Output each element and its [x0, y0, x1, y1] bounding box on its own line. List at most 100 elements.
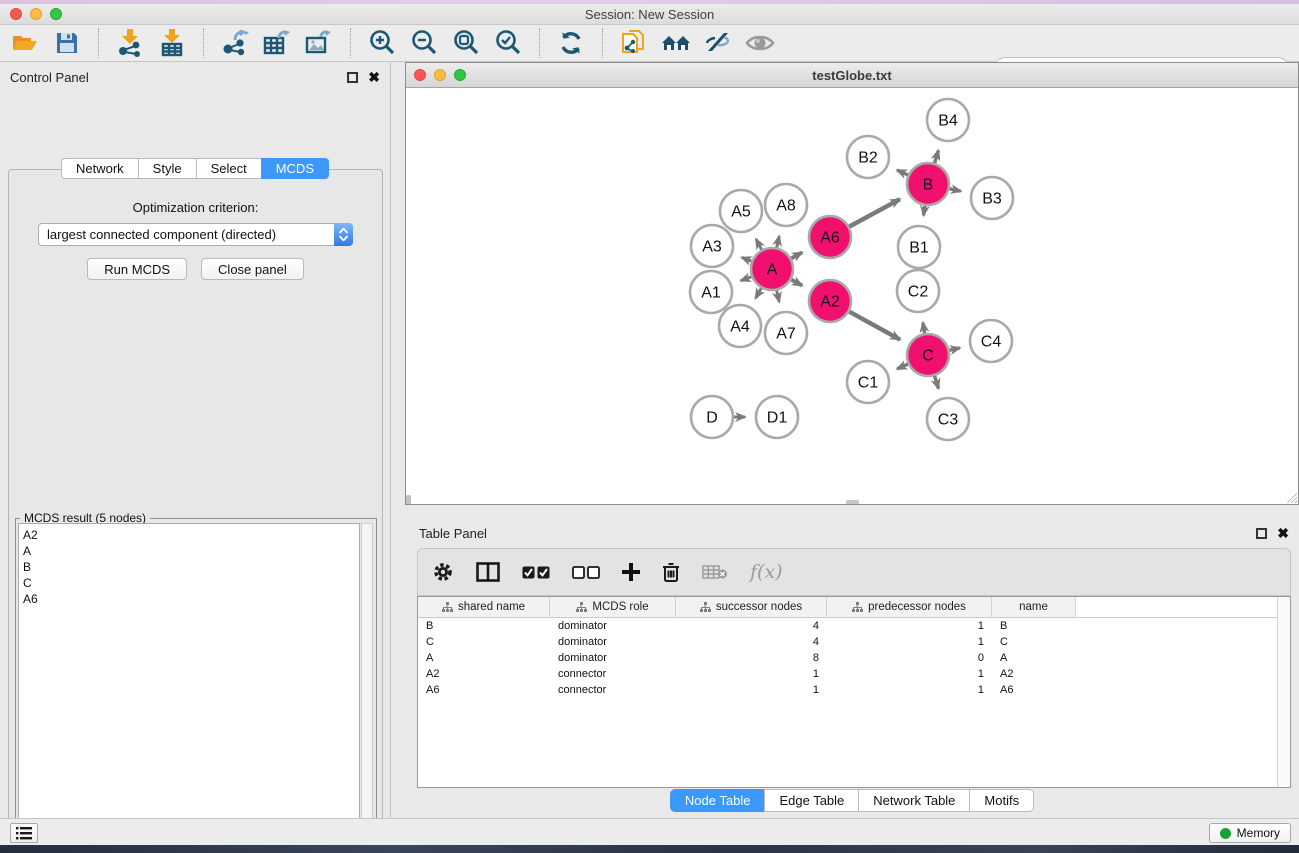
delete-table-icon[interactable] [702, 564, 728, 580]
table-cell[interactable]: C [418, 636, 550, 648]
graph-edge-A2-C[interactable] [847, 310, 900, 339]
memory-button[interactable]: Memory [1209, 823, 1291, 843]
table-cell[interactable]: B [992, 620, 1076, 632]
graph-node-label: D1 [767, 410, 788, 427]
table-row[interactable]: A6connector11A6 [418, 682, 1290, 698]
close-panel-button[interactable]: Close panel [201, 258, 304, 280]
zoom-in-icon[interactable] [367, 28, 397, 58]
table-row[interactable]: Adominator80A [418, 650, 1290, 666]
mcds-result-list[interactable]: A2ABCA6 [18, 523, 360, 852]
result-scrollbar[interactable] [361, 523, 373, 852]
mcds-result-item[interactable]: A [23, 543, 355, 559]
table-cell[interactable]: A6 [418, 684, 550, 696]
table-cell[interactable]: connector [550, 684, 676, 696]
close-table-panel-icon[interactable]: ✖ [1277, 528, 1289, 539]
table-cell[interactable]: dominator [550, 636, 676, 648]
open-network-in-browser-icon[interactable] [619, 28, 649, 58]
graph-edge-A6-B[interactable] [847, 199, 900, 228]
mcds-result-item[interactable]: C [23, 575, 355, 591]
resize-grip-icon[interactable] [1284, 490, 1297, 503]
table-cell[interactable]: C [992, 636, 1076, 648]
table-cell[interactable]: A2 [992, 668, 1076, 680]
table-cell[interactable]: 1 [827, 684, 992, 696]
tab-node-table[interactable]: Node Table [670, 789, 765, 812]
table-cell[interactable]: B [418, 620, 550, 632]
table-cell[interactable]: A6 [992, 684, 1076, 696]
column-type-icon [700, 602, 711, 613]
tab-network[interactable]: Network [61, 158, 138, 179]
table-cell[interactable]: dominator [550, 652, 676, 664]
table-cell[interactable]: 1 [827, 636, 992, 648]
network-canvas[interactable]: B4B2BB3A8A5A6A3B1AC2A1A2A4A7C4CC1DD1C3 [406, 88, 1298, 504]
tab-mcds[interactable]: MCDS [261, 158, 329, 179]
table-cell[interactable]: 1 [827, 668, 992, 680]
column-header-predecessor-nodes[interactable]: predecessor nodes [827, 597, 992, 617]
show-hide-eye-icon[interactable] [745, 28, 775, 58]
table-row[interactable]: A2connector11A2 [418, 666, 1290, 682]
tab-select[interactable]: Select [196, 158, 261, 179]
table-cell[interactable]: 1 [676, 668, 827, 680]
canvas-bottom-scroll-thumb[interactable] [846, 500, 859, 504]
refresh-layout-icon[interactable] [556, 28, 586, 58]
tab-motifs[interactable]: Motifs [969, 789, 1034, 812]
tab-network-table[interactable]: Network Table [858, 789, 969, 812]
column-header-MCDS-role[interactable]: MCDS role [550, 597, 676, 617]
show-all-networks-icon[interactable] [661, 28, 691, 58]
table-row[interactable]: Bdominator41B [418, 618, 1290, 634]
tab-style[interactable]: Style [138, 158, 196, 179]
toolbar-separator [98, 28, 99, 58]
table-cell[interactable]: A2 [418, 668, 550, 680]
column-header-successor-nodes[interactable]: successor nodes [676, 597, 827, 617]
table-cell[interactable]: 4 [676, 636, 827, 648]
close-panel-icon[interactable]: ✖ [368, 72, 380, 83]
select-all-icon[interactable] [522, 566, 550, 579]
optimization-criterion-select[interactable]: largest connected component (directed) [38, 223, 353, 246]
table-row[interactable]: Cdominator41C [418, 634, 1290, 650]
zoom-fit-icon[interactable] [451, 28, 481, 58]
mcds-result-item[interactable]: A2 [23, 527, 355, 543]
float-panel-icon[interactable] [347, 72, 358, 83]
dropdown-stepper-icon [334, 223, 353, 246]
column-header-name[interactable]: name [992, 597, 1076, 617]
add-column-icon[interactable] [622, 563, 640, 581]
function-builder-icon[interactable]: f(x) [750, 561, 783, 583]
network-view-window: testGlobe.txt B4B2BB3A8A5A6A3B1AC2A1A2A4… [405, 62, 1299, 505]
export-image-icon[interactable] [304, 28, 334, 58]
table-cell[interactable]: A [418, 652, 550, 664]
save-session-icon[interactable] [52, 28, 82, 58]
table-cell[interactable]: connector [550, 668, 676, 680]
deselect-all-icon[interactable] [572, 566, 600, 579]
export-table-icon[interactable] [262, 28, 292, 58]
table-scrollbar[interactable] [1277, 597, 1290, 787]
network-graph[interactable]: B4B2BB3A8A5A6A3B1AC2A1A2A4A7C4CC1DD1C3 [406, 88, 1298, 504]
split-columns-icon[interactable] [476, 562, 500, 582]
table-cell[interactable]: 0 [827, 652, 992, 664]
table-cell[interactable]: 1 [676, 684, 827, 696]
export-network-icon[interactable] [220, 28, 250, 58]
canvas-left-scroll-thumb[interactable] [406, 495, 411, 504]
tab-edge-table[interactable]: Edge Table [764, 789, 858, 812]
network-window-titlebar[interactable]: testGlobe.txt [406, 63, 1298, 88]
table-cell[interactable]: dominator [550, 620, 676, 632]
task-history-button[interactable] [10, 823, 38, 843]
open-file-icon[interactable] [10, 28, 40, 58]
zoom-out-icon[interactable] [409, 28, 439, 58]
gear-icon[interactable] [432, 561, 454, 583]
float-table-panel-icon[interactable] [1256, 528, 1267, 539]
run-mcds-button[interactable]: Run MCDS [87, 258, 187, 280]
table-cell[interactable]: 4 [676, 620, 827, 632]
zoom-selected-icon[interactable] [493, 28, 523, 58]
table-cell[interactable]: 1 [827, 620, 992, 632]
node-table[interactable]: shared nameMCDS rolesuccessor nodes prede… [417, 596, 1291, 788]
mcds-result-item[interactable]: B [23, 559, 355, 575]
import-network-icon[interactable] [115, 28, 145, 58]
delete-icon[interactable] [662, 562, 680, 582]
table-cell[interactable]: 8 [676, 652, 827, 664]
table-panel-title: Table Panel [419, 526, 487, 541]
mcds-result-item[interactable]: A6 [23, 591, 355, 607]
table-cell[interactable]: A [992, 652, 1076, 664]
column-header-shared-name[interactable]: shared name [418, 597, 550, 617]
import-table-icon[interactable] [157, 28, 187, 58]
column-header-label: predecessor nodes [868, 601, 966, 613]
toggle-graphics-details-icon[interactable] [703, 28, 733, 58]
